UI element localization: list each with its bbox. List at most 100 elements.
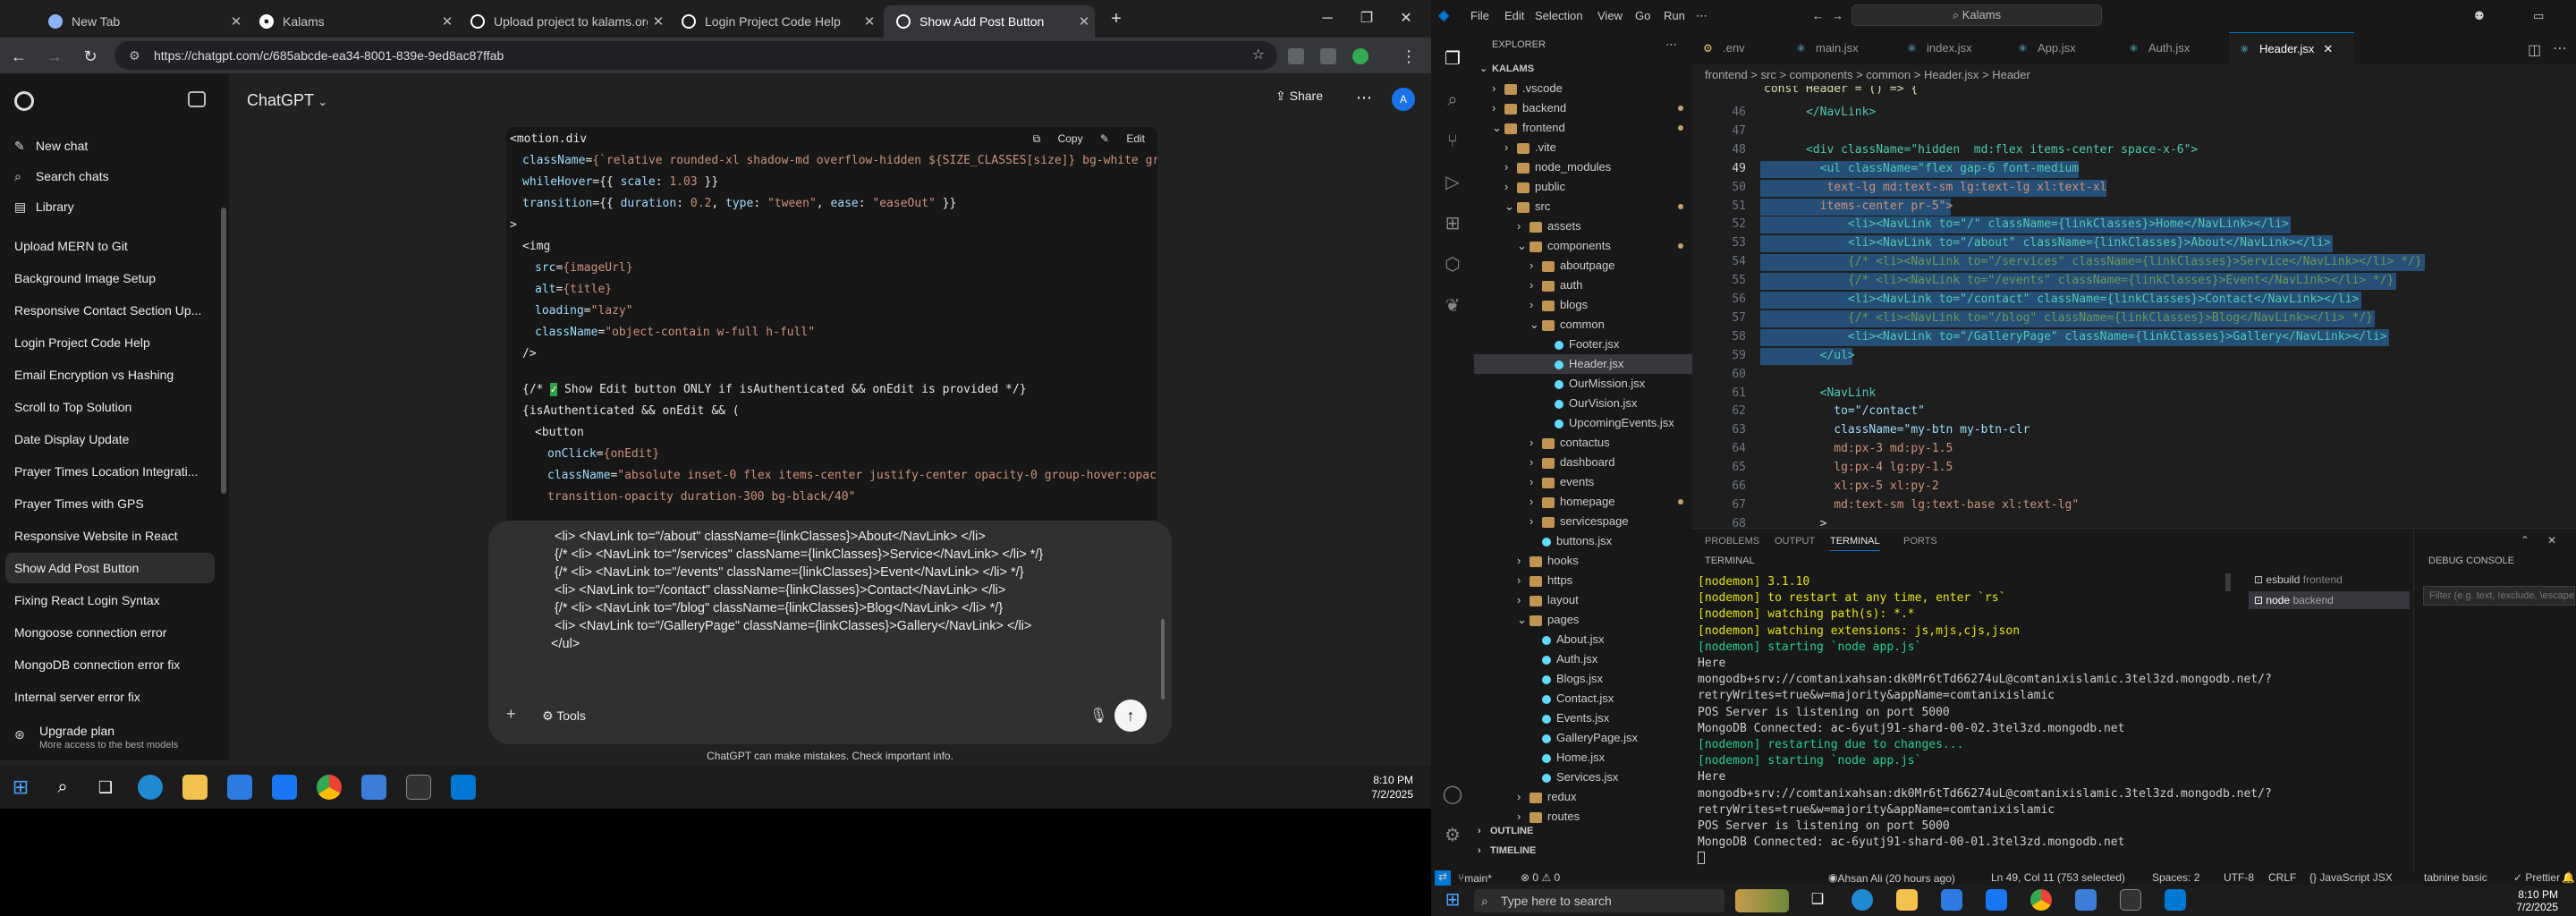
- explorer-icon[interactable]: ❐: [1442, 48, 1463, 70]
- close-icon[interactable]: ✕: [436, 13, 458, 30]
- tree-file[interactable]: UpcomingEvents.jsx: [1474, 413, 1692, 433]
- more-icon[interactable]: ⋯: [1665, 38, 1677, 52]
- tree-folder[interactable]: › .vite: [1474, 138, 1692, 157]
- nav-forward-icon[interactable]: →: [1832, 9, 1843, 22]
- tree-folder[interactable]: ⌄ src: [1474, 197, 1692, 216]
- model-selector[interactable]: ChatGPT ⌄: [247, 91, 327, 110]
- chrome-taskbar-icon[interactable]: [317, 775, 342, 800]
- nav-back-icon[interactable]: ←: [1812, 9, 1824, 22]
- tab-env[interactable]: ⚙ .env: [1692, 32, 1782, 64]
- run-debug-icon[interactable]: ▷: [1442, 172, 1463, 193]
- vscode-taskbar-icon[interactable]: [2165, 889, 2186, 911]
- weather-widget-icon[interactable]: [1735, 889, 1789, 912]
- search-icon[interactable]: ⌕: [1442, 89, 1463, 111]
- tree-folder[interactable]: › blogs: [1474, 295, 1692, 315]
- outline-section[interactable]: › OUTLINE: [1474, 821, 1692, 841]
- terminal-icon[interactable]: [406, 775, 431, 800]
- remote-icon[interactable]: ⇄: [1435, 870, 1451, 886]
- chat-history-item[interactable]: Date Display Update: [0, 424, 215, 454]
- tree-folder[interactable]: › backend: [1474, 98, 1692, 118]
- vscode-taskbar-icon[interactable]: [451, 775, 476, 800]
- chrome-tab-upload-project[interactable]: Upload project to kalams.org ✕: [458, 5, 669, 38]
- tab-index-jsx[interactable]: ⚛ index.jsx: [1896, 32, 2004, 64]
- chrome-tab-new-tab[interactable]: New Tab ✕: [36, 5, 247, 38]
- chrome-tab-kalams[interactable]: ● Kalams ✕: [247, 5, 458, 38]
- taskbar-clock[interactable]: 8:10 PM 7/2/2025: [2516, 888, 2558, 913]
- terminal-item-esbuild[interactable]: ⊡ esbuild frontend: [2254, 573, 2343, 586]
- bookmark-star-icon[interactable]: ☆: [1252, 41, 1265, 70]
- tree-folder[interactable]: › https: [1474, 571, 1692, 590]
- more-menu-icon[interactable]: ⋯: [1696, 9, 1707, 23]
- tree-folder[interactable]: › redux: [1474, 787, 1692, 807]
- edge-icon[interactable]: [1852, 889, 1873, 911]
- chat-history-item[interactable]: Prayer Times Location Integrati...: [0, 456, 215, 487]
- language-mode[interactable]: {} JavaScript JSX: [2309, 871, 2393, 884]
- tree-folder[interactable]: › servicespage: [1474, 512, 1692, 531]
- extension-icon[interactable]: [1288, 48, 1304, 64]
- split-editor-icon[interactable]: ◫: [2528, 41, 2541, 59]
- chrome-tab-show-add-post[interactable]: Show Add Post Button ✕: [884, 5, 1095, 38]
- menu-file[interactable]: File: [1470, 9, 1489, 22]
- close-icon[interactable]: ✕: [859, 13, 880, 30]
- site-info-icon[interactable]: ⚙: [129, 41, 140, 70]
- tab-auth-jsx[interactable]: ⚛ Auth.jsx: [2118, 32, 2225, 64]
- task-view-icon[interactable]: ❑: [1807, 889, 1828, 911]
- menu-run[interactable]: Run: [1664, 9, 1685, 22]
- tabnine-status[interactable]: tabnine basic: [2424, 871, 2487, 884]
- command-center-search[interactable]: ⌕ Kalams: [1852, 4, 2102, 26]
- problems-status[interactable]: ⊗ 0 ⚠ 0: [1521, 871, 1560, 884]
- tree-folder[interactable]: ⌄ frontend: [1474, 118, 1692, 138]
- tree-folder[interactable]: › node_modules: [1474, 157, 1692, 177]
- window-close-button[interactable]: ✕: [1388, 7, 1424, 30]
- app-icon[interactable]: [361, 775, 386, 800]
- composer-scrollbar[interactable]: [1161, 619, 1165, 700]
- tree-folder[interactable]: ⌄ common: [1474, 315, 1692, 335]
- microphone-icon[interactable]: 🎙: [1089, 707, 1107, 725]
- chat-history-item[interactable]: Background Image Setup: [0, 263, 215, 293]
- tab-problems[interactable]: PROBLEMS: [1705, 536, 1759, 547]
- branch-status[interactable]: ⑂ main*: [1458, 871, 1492, 885]
- minimize-button[interactable]: ─: [1309, 7, 1345, 30]
- layout-icon[interactable]: ▭: [2533, 9, 2544, 23]
- chat-history-item[interactable]: Login Project Code Help: [0, 327, 215, 358]
- tree-file[interactable]: OurMission.jsx: [1474, 374, 1692, 394]
- taskbar-search-input[interactable]: ⌕ Type here to search: [1474, 889, 1724, 912]
- tools-button[interactable]: ⚙ Tools: [542, 708, 586, 724]
- chat-history-item[interactable]: Internal server error fix: [0, 682, 215, 712]
- terminal-scrollbar[interactable]: [2225, 573, 2231, 591]
- edit-button[interactable]: ✎ Edit: [1100, 132, 1145, 145]
- prettier-status[interactable]: ✓ Prettier: [2513, 871, 2560, 884]
- tab-terminal[interactable]: TERMINAL: [1830, 536, 1880, 551]
- profile-icon[interactable]: [1352, 48, 1368, 64]
- tree-folder[interactable]: › dashboard: [1474, 453, 1692, 472]
- notifications-icon[interactable]: 🔔: [2562, 871, 2575, 884]
- tree-file[interactable]: Blogs.jsx: [1474, 669, 1692, 689]
- terminal-output[interactable]: [nodemon] 3.1.10 [nodemon] to restart at …: [1698, 575, 2272, 865]
- tabnine-icon[interactable]: ⬡: [1442, 254, 1463, 276]
- file-explorer-icon[interactable]: [1896, 889, 1918, 911]
- breadcrumb[interactable]: frontend > src > components > common > H…: [1692, 64, 2576, 86]
- sidebar-toggle-icon[interactable]: [188, 91, 206, 107]
- tree-folder[interactable]: › contactus: [1474, 433, 1692, 453]
- tree-folder[interactable]: ⌄ KALAMS: [1474, 59, 1692, 79]
- chat-history-item[interactable]: Responsive Website in React: [0, 521, 215, 551]
- cursor-position[interactable]: Ln 49, Col 11 (753 selected): [1991, 871, 2125, 884]
- sidebar-item-search-chats[interactable]: ⌕ Search chats: [0, 161, 215, 191]
- sidebar-item-new-chat[interactable]: ✎ New chat: [0, 131, 215, 161]
- tree-folder[interactable]: › assets: [1474, 216, 1692, 236]
- chrome-taskbar-icon[interactable]: [2030, 889, 2052, 911]
- tree-file[interactable]: Footer.jsx: [1474, 335, 1692, 354]
- terminal-item-node[interactable]: ⊡ node backend: [2249, 591, 2410, 609]
- menu-go[interactable]: Go: [1635, 9, 1650, 22]
- chat-history-item[interactable]: Responsive Contact Section Up...: [0, 295, 215, 326]
- file-explorer-icon[interactable]: [182, 775, 208, 800]
- reload-button[interactable]: ↻: [79, 45, 102, 68]
- tab-ports[interactable]: PORTS: [1903, 536, 1937, 547]
- chat-history-item[interactable]: Email Encryption vs Hashing: [0, 360, 215, 390]
- indentation-status[interactable]: Spaces: 2: [2152, 871, 2199, 884]
- store-icon[interactable]: [1941, 889, 1962, 911]
- chat-history-item[interactable]: Prayer Times with GPS: [0, 488, 215, 519]
- tab-header-jsx[interactable]: ⚛ Header.jsx ✕: [2229, 32, 2354, 64]
- prompt-composer[interactable]: <li> <NavLink to="/about" className={lin…: [488, 521, 1172, 744]
- tree-folder[interactable]: › auth: [1474, 276, 1692, 295]
